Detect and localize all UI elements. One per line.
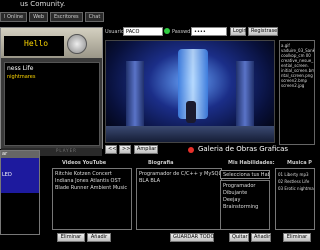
delete-music-button[interactable]: Eliminar: [283, 233, 311, 242]
video-item[interactable]: Blade Runner Ambient Music: [55, 185, 129, 192]
playlist-item[interactable]: nightmares: [7, 74, 97, 81]
skill-item[interactable]: Brainstorming: [223, 204, 267, 211]
file-list[interactable]: a.gif vaduire_03_Sank coolkop_cm 00 crea…: [279, 40, 315, 145]
user-list-item[interactable]: [1, 186, 39, 193]
floor: [106, 126, 274, 142]
music-title: Musica P: [287, 160, 312, 166]
online-status-icon: [164, 28, 170, 34]
music-item[interactable]: 03 Erotic nightmare: [278, 185, 314, 192]
player-controls: Hello: [1, 28, 102, 58]
bio-line: Programador de C/C++ y MySQL Remoto: [139, 171, 222, 177]
nav-tabs: l Online Web Escritores Chat: [0, 12, 105, 22]
videos-list[interactable]: Ritchie Kotzen Concert Indiana Jones Atl…: [52, 168, 132, 230]
user-list-item[interactable]: LED: [1, 172, 39, 179]
player-footer-label: PLAYER: [56, 148, 77, 153]
gallery-image: [105, 40, 275, 143]
volume-knob[interactable]: [67, 34, 87, 54]
user-list-item[interactable]: [1, 179, 39, 186]
record-icon: [188, 147, 194, 153]
skill-item[interactable]: Deejay: [223, 197, 267, 204]
videos-title: Videos YouTube: [62, 160, 107, 166]
add-skill-button[interactable]: Añadir: [251, 233, 271, 242]
skill-item[interactable]: Programador: [223, 183, 267, 190]
save-all-button[interactable]: GUARDAR TODO: [170, 233, 214, 242]
video-item[interactable]: Indiana Jones Atlantis OST: [55, 178, 129, 185]
time-display: Hello: [24, 39, 49, 48]
zoom-button[interactable]: Ampliar: [134, 145, 158, 154]
bio-line: BLA BLA: [139, 178, 161, 184]
title-bar: us Comunity.: [0, 0, 315, 11]
music-item[interactable]: 02 Restless Life: [278, 178, 312, 185]
prev-image-button[interactable]: <<: [105, 145, 117, 154]
player-screen: Hello: [4, 36, 64, 56]
music-item[interactable]: 01 Liberty mp3: [278, 171, 312, 178]
tab-chat[interactable]: Chat: [84, 12, 105, 22]
gallery-label: Galeria de Obras Graficas: [198, 145, 289, 153]
tab-escritores[interactable]: Escritores: [50, 12, 83, 22]
bio-title: Biografia: [148, 160, 174, 166]
skills-title: Mis Habilidades:: [228, 160, 275, 166]
playlist[interactable]: ness Life nightmares: [4, 62, 100, 146]
delete-video-button[interactable]: Eliminar: [57, 233, 85, 242]
user-list-item[interactable]: [1, 158, 39, 165]
username-field[interactable]: PACO: [123, 27, 163, 36]
skill-item[interactable]: Dibujante: [223, 190, 267, 197]
next-image-button[interactable]: >>: [119, 145, 131, 154]
bio-textarea[interactable]: Programador de C/C++ y MySQL Remoto BLA …: [136, 168, 222, 230]
add-video-button[interactable]: Añadir: [87, 233, 111, 242]
skills-select[interactable]: Selecciona tus Habilidad: [220, 170, 270, 179]
file-item[interactable]: screen2.jpg: [281, 83, 313, 88]
skills-list[interactable]: Programador Dibujante Deejay Brainstormi…: [220, 180, 270, 230]
pillar-right: [236, 61, 254, 131]
music-list[interactable]: 01 Liberty mp3 02 Restless Life 03 Eroti…: [275, 168, 315, 230]
figure: [186, 101, 196, 123]
password-field[interactable]: ••••: [191, 27, 227, 36]
user-list-header: ar: [1, 151, 39, 158]
playlist-title: ness Life: [7, 65, 34, 72]
register-button[interactable]: Registrase: [248, 27, 278, 36]
video-item[interactable]: Ritchie Kotzen Concert: [55, 171, 129, 178]
pillar-left: [126, 61, 144, 131]
user-list[interactable]: ar LED: [0, 150, 40, 235]
tab-web[interactable]: Web: [29, 12, 49, 22]
remove-skill-button[interactable]: Quitar: [229, 233, 249, 242]
media-player: Hello ness Life nightmares PLAYER: [0, 27, 103, 156]
app-title: us Comunity.: [20, 0, 66, 8]
tab-online[interactable]: l Online: [0, 12, 28, 22]
user-list-item[interactable]: [1, 165, 39, 172]
password-label: Passwd:: [172, 29, 193, 35]
login-button[interactable]: Login: [230, 27, 247, 36]
